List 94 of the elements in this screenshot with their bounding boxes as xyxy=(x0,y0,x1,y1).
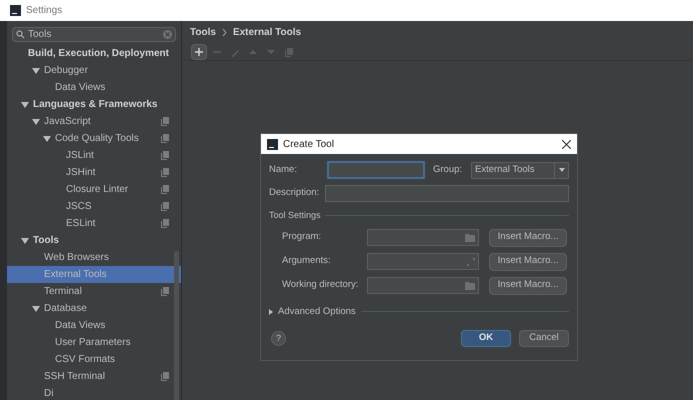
tree-item[interactable]: Closure Linter xyxy=(7,181,181,198)
tree-item-label: JSLint xyxy=(66,149,95,163)
input-field[interactable] xyxy=(367,253,479,270)
input-field[interactable] xyxy=(327,161,425,179)
tree-item[interactable]: Data Views xyxy=(7,79,181,96)
expand-triangle-icon[interactable] xyxy=(43,134,51,142)
window-title: Settings xyxy=(26,4,62,18)
search-field[interactable]: Tools xyxy=(12,27,176,42)
tree-item-label: Di xyxy=(44,387,54,400)
tree-item-label: CSV Formats xyxy=(55,353,116,367)
tree-item-label: Closure Linter xyxy=(66,183,130,197)
tree-item[interactable]: Data Views xyxy=(7,317,181,334)
breadcrumb-item: Tools xyxy=(190,26,216,40)
tree-item[interactable]: Build, Execution, Deployment xyxy=(7,45,181,62)
input-field[interactable] xyxy=(325,185,569,202)
tree-item-label: SSH Terminal xyxy=(44,370,106,384)
dropdown-arrow-icon xyxy=(558,168,564,172)
copy-icon xyxy=(161,168,169,177)
copy-icon xyxy=(161,117,169,126)
input-field[interactable] xyxy=(367,277,479,294)
tree-item[interactable]: Terminal xyxy=(7,283,181,300)
tree-item[interactable]: JSHint xyxy=(7,164,181,181)
field-label: Arguments: xyxy=(282,254,332,268)
field-label: Name: xyxy=(269,162,298,177)
collapse-triangle-icon[interactable] xyxy=(269,308,273,315)
tree-item[interactable]: Debugger xyxy=(7,62,181,79)
tree-item-label: Database xyxy=(44,302,88,316)
field-label: Working directory: xyxy=(282,278,360,292)
dialog-title: Create Tool xyxy=(283,138,335,152)
cancel-button[interactable]: Cancel xyxy=(519,330,569,347)
tree-item-label: External Tools xyxy=(44,268,108,282)
field-label: Description: xyxy=(269,186,320,200)
tree-item[interactable]: Code Quality Tools xyxy=(7,130,181,147)
tree-item[interactable]: Web Browsers xyxy=(7,249,181,266)
copy-icon xyxy=(161,287,169,296)
tree-item[interactable]: JavaScript xyxy=(7,113,181,130)
tree-item[interactable]: Di xyxy=(7,385,181,400)
copy-icon xyxy=(161,151,169,160)
copy-icon xyxy=(161,202,169,211)
expand-triangle-icon[interactable] xyxy=(32,304,40,312)
insert-macro-button[interactable]: Insert Macro... xyxy=(489,228,567,246)
tree-item[interactable]: JSCS xyxy=(7,198,181,215)
tree-item-label: JSCS xyxy=(66,200,93,214)
expand-triangle-icon[interactable] xyxy=(21,236,29,244)
tree-item[interactable]: Languages & Frameworks xyxy=(7,96,181,113)
tree-item-label: Code Quality Tools xyxy=(55,132,140,146)
app-logo-icon xyxy=(267,138,278,150)
tree-item-label: Web Browsers xyxy=(44,251,110,265)
copy-icon xyxy=(161,185,169,194)
input-field[interactable] xyxy=(367,229,479,246)
tree-item[interactable]: SSH Terminal xyxy=(7,368,181,385)
tree-item[interactable]: ESLint xyxy=(7,215,181,232)
copy-icon xyxy=(161,219,169,228)
breadcrumb-item: External Tools xyxy=(232,26,302,40)
folder-icon[interactable] xyxy=(465,282,475,290)
copy-icon xyxy=(161,134,169,143)
insert-macro-button[interactable]: Insert Macro... xyxy=(489,276,567,294)
folder-icon[interactable] xyxy=(465,234,475,242)
search-icon xyxy=(16,30,26,39)
dropdown[interactable]: External Tools xyxy=(471,162,569,178)
help-button[interactable]: ? xyxy=(271,330,286,346)
expand-triangle-icon[interactable] xyxy=(32,118,40,126)
clear-icon[interactable] xyxy=(163,30,172,39)
close-icon[interactable] xyxy=(562,140,571,148)
tree-item[interactable]: CSV Formats xyxy=(7,351,181,368)
tree-item-label: JavaScript xyxy=(44,115,92,129)
tree-item-label: Terminal xyxy=(44,285,83,299)
advanced-options-toggle[interactable]: Advanced Options xyxy=(278,304,356,319)
add-icon[interactable] xyxy=(191,44,207,60)
copy-icon xyxy=(161,372,169,381)
chevron-icon xyxy=(222,28,227,36)
section-title: Tool Settings xyxy=(269,209,321,222)
tree-item-label: Data Views xyxy=(55,319,106,333)
scrollbar[interactable] xyxy=(174,251,179,400)
tree-item-label: JSHint xyxy=(66,166,96,180)
expand-icon[interactable] xyxy=(467,258,475,266)
ok-button[interactable]: OK xyxy=(461,330,511,347)
tree-item-label: User Parameters xyxy=(55,336,132,350)
tree-item[interactable]: Database xyxy=(7,300,181,317)
tree-item-label: Languages & Frameworks xyxy=(33,98,158,112)
tree-item[interactable]: JSLint xyxy=(7,147,181,164)
tree-item-label: Build, Execution, Deployment xyxy=(28,47,169,61)
expand-triangle-icon[interactable] xyxy=(32,66,40,74)
field-label: Program: xyxy=(282,230,322,244)
expand-triangle-icon[interactable] xyxy=(21,100,29,108)
tree-item[interactable]: User Parameters xyxy=(7,334,181,351)
app-logo-icon xyxy=(10,5,21,16)
tree-item-label: Data Views xyxy=(55,81,106,95)
tree-item-label: ESLint xyxy=(66,217,96,231)
tree-item-label: Tools xyxy=(33,234,60,248)
tree-item-label: Debugger xyxy=(44,64,89,78)
field-label: Group: xyxy=(433,162,464,177)
insert-macro-button[interactable]: Insert Macro... xyxy=(489,252,567,270)
tree-item[interactable]: Tools xyxy=(7,232,181,249)
